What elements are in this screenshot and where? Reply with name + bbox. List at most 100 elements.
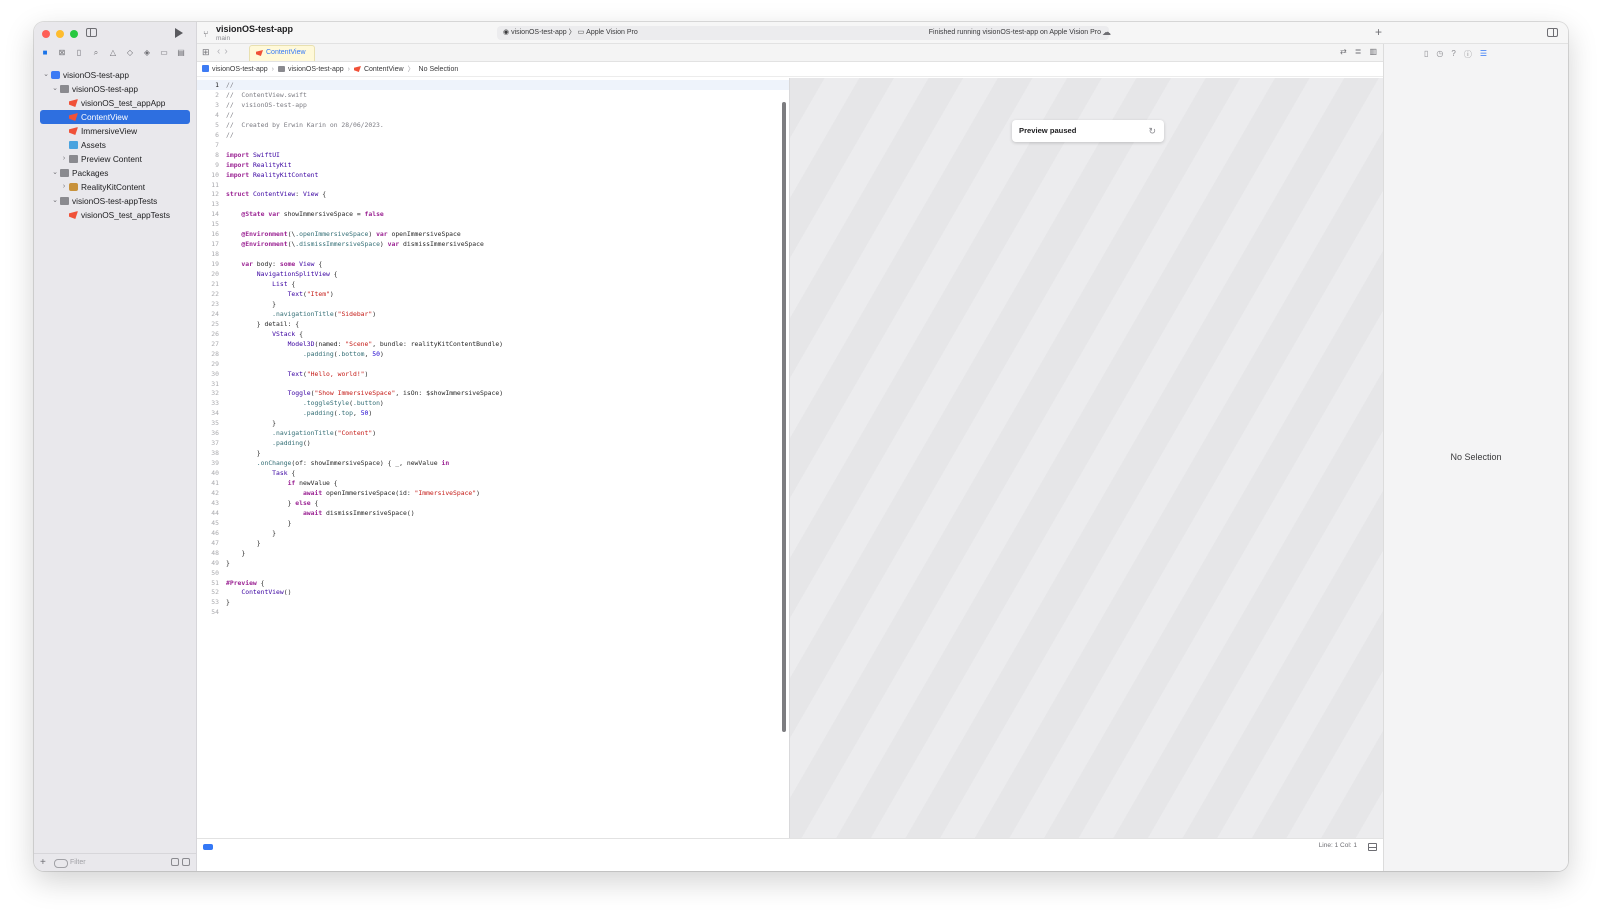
sidebar-item[interactable]: › RealityKitContent [40, 180, 190, 194]
debug-area-toggle-icon[interactable] [1368, 843, 1377, 851]
quick-help-icon[interactable]: ? [1451, 49, 1455, 60]
code-line[interactable]: 40 Task { [197, 468, 789, 478]
code-line[interactable]: 37 .padding() [197, 438, 789, 448]
editor-options-icon[interactable]: ≣ [1355, 47, 1362, 56]
source-control-filter-icon[interactable] [182, 858, 190, 866]
chevron-right-icon[interactable]: › [61, 180, 67, 194]
breadcrumb-folder[interactable]: visionOS-test-app [288, 66, 344, 73]
editor-scrollbar[interactable] [782, 102, 786, 732]
sidebar-item[interactable]: ⌄ visionOS-test-app [40, 68, 190, 82]
debug-area-indicator[interactable] [203, 844, 213, 850]
code-line[interactable]: 35 } [197, 418, 789, 428]
code-line[interactable]: 16 @Environment(\.openImmersiveSpace) va… [197, 229, 789, 239]
code-line[interactable]: 14 @State var showImmersiveSpace = false [197, 209, 789, 219]
add-library-icon[interactable]: + [1375, 25, 1382, 39]
code-line[interactable]: 26 VStack { [197, 329, 789, 339]
zoom-window-button[interactable] [70, 30, 78, 38]
accessibility-inspector-icon[interactable]: ⓘ [1464, 49, 1472, 60]
chevron-down-icon[interactable]: ⌄ [52, 82, 58, 96]
code-line[interactable]: 42 await openImmersiveSpace(id: "Immersi… [197, 488, 789, 498]
sidebar-item[interactable]: ImmersiveView [40, 124, 190, 138]
inspector-toggle-icon[interactable] [1547, 28, 1558, 37]
cloud-icon[interactable]: ☁ [1102, 27, 1111, 38]
code-line[interactable]: 46 } [197, 528, 789, 538]
code-line[interactable]: 21 List { [197, 279, 789, 289]
code-line[interactable]: 51 #Preview { [197, 578, 789, 588]
tab-contentview[interactable]: ContentView [249, 45, 315, 61]
code-editor[interactable]: 1 // 2 // ContentView.swift 3 // visionOS-tes… [197, 78, 789, 838]
report-navigator-icon[interactable]: ▤ [176, 48, 186, 57]
breadcrumb-file[interactable]: ContentView [364, 66, 404, 73]
scheme-selector[interactable]: ◉ visionOS-test-app 〉 ▭ Apple Vision Pro [503, 26, 638, 40]
debug-navigator-icon[interactable]: ◈ [142, 48, 152, 57]
breadcrumb-project[interactable]: visionOS-test-app [212, 66, 268, 73]
code-line[interactable]: 38 } [197, 448, 789, 458]
code-line[interactable]: 31 [197, 379, 789, 389]
history-inspector-icon[interactable]: ◷ [1436, 49, 1443, 60]
bookmark-navigator-icon[interactable]: ▯ [74, 48, 84, 57]
code-line[interactable]: 4 // [197, 110, 789, 120]
code-line[interactable]: 13 [197, 199, 789, 209]
file-inspector-icon[interactable]: ▯ [1424, 49, 1428, 60]
code-line[interactable]: 1 // [197, 80, 789, 90]
branch-name[interactable]: main [216, 35, 230, 42]
split-editor-icon[interactable]: ▥ [1369, 47, 1377, 56]
add-file-icon[interactable]: + [40, 857, 46, 868]
code-line[interactable]: 8 import SwiftUI [197, 150, 789, 160]
code-line[interactable]: 29 [197, 359, 789, 369]
minimize-window-button[interactable] [56, 30, 64, 38]
code-line[interactable]: 32 Toggle("Show ImmersiveSpace", isOn: $… [197, 388, 789, 398]
code-line[interactable]: 34 .padding(.top, 50) [197, 408, 789, 418]
code-line[interactable]: 39 .onChange(of: showImmersiveSpace) { _… [197, 458, 789, 468]
code-line[interactable]: 2 // ContentView.swift [197, 90, 789, 100]
code-line[interactable]: 27 Model3D(named: "Scene", bundle: reali… [197, 339, 789, 349]
breakpoint-navigator-icon[interactable]: ▭ [159, 48, 169, 57]
code-line[interactable]: 12 struct ContentView: View { [197, 189, 789, 199]
code-line[interactable]: 52 ContentView() [197, 587, 789, 597]
code-line[interactable]: 7 [197, 140, 789, 150]
code-line[interactable]: 19 var body: some View { [197, 259, 789, 269]
sidebar-item[interactable]: visionOS_test_appApp [40, 96, 190, 110]
code-line[interactable]: 43 } else { [197, 498, 789, 508]
sidebar-item[interactable]: ContentView [40, 110, 190, 124]
related-items-icon[interactable]: ⊞ [202, 47, 210, 58]
code-line[interactable]: 47 } [197, 538, 789, 548]
code-line[interactable]: 24 .navigationTitle("Sidebar") [197, 309, 789, 319]
chevron-right-icon[interactable]: › [61, 152, 67, 166]
code-line[interactable]: 33 .toggleStyle(.button) [197, 398, 789, 408]
sidebar-item[interactable]: ⌄ Packages [40, 166, 190, 180]
recent-files-icon[interactable] [171, 858, 179, 866]
code-line[interactable]: 30 Text("Hello, world!") [197, 369, 789, 379]
back-forward-icon[interactable]: ‹› [217, 46, 232, 57]
code-line[interactable]: 18 [197, 249, 789, 259]
code-line[interactable]: 3 // visionOS-test-app [197, 100, 789, 110]
sidebar-item[interactable]: ⌄ visionOS-test-appTests [40, 194, 190, 208]
code-line[interactable]: 54 [197, 607, 789, 617]
code-line[interactable]: 11 [197, 180, 789, 190]
code-line[interactable]: 36 .navigationTitle("Content") [197, 428, 789, 438]
code-line[interactable]: 6 // [197, 130, 789, 140]
code-line[interactable]: 9 import RealityKit [197, 160, 789, 170]
issue-navigator-icon[interactable]: △ [108, 48, 118, 57]
sidebar-item[interactable]: ⌄ visionOS-test-app [40, 82, 190, 96]
filter-input[interactable]: Filter [52, 858, 162, 868]
sidebar-item[interactable]: visionOS_test_appTests [40, 208, 190, 222]
code-line[interactable]: 45 } [197, 518, 789, 528]
code-line[interactable]: 50 [197, 568, 789, 578]
sidebar-item[interactable]: › Preview Content [40, 152, 190, 166]
code-line[interactable]: 28 .padding(.bottom, 50) [197, 349, 789, 359]
sidebar-toggle-icon[interactable] [86, 28, 97, 37]
code-line[interactable]: 53} [197, 597, 789, 607]
chevron-down-icon[interactable]: ⌄ [43, 68, 49, 82]
test-navigator-icon[interactable]: ◇ [125, 48, 135, 57]
code-line[interactable]: 5 // Created by Erwin Karin on 28/06/2023… [197, 120, 789, 130]
code-line[interactable]: 15 [197, 219, 789, 229]
find-navigator-icon[interactable]: ⌕ [91, 48, 101, 57]
code-line[interactable]: 17 @Environment(\.dismissImmersiveSpace)… [197, 239, 789, 249]
code-line[interactable]: 44 await dismissImmersiveSpace() [197, 508, 789, 518]
refresh-icon[interactable]: ↻ [1148, 120, 1156, 142]
code-line[interactable]: 10 import RealityKitContent [197, 170, 789, 180]
close-window-button[interactable] [42, 30, 50, 38]
code-line[interactable]: 41 if newValue { [197, 478, 789, 488]
breadcrumb-symbol[interactable]: No Selection [419, 66, 459, 73]
